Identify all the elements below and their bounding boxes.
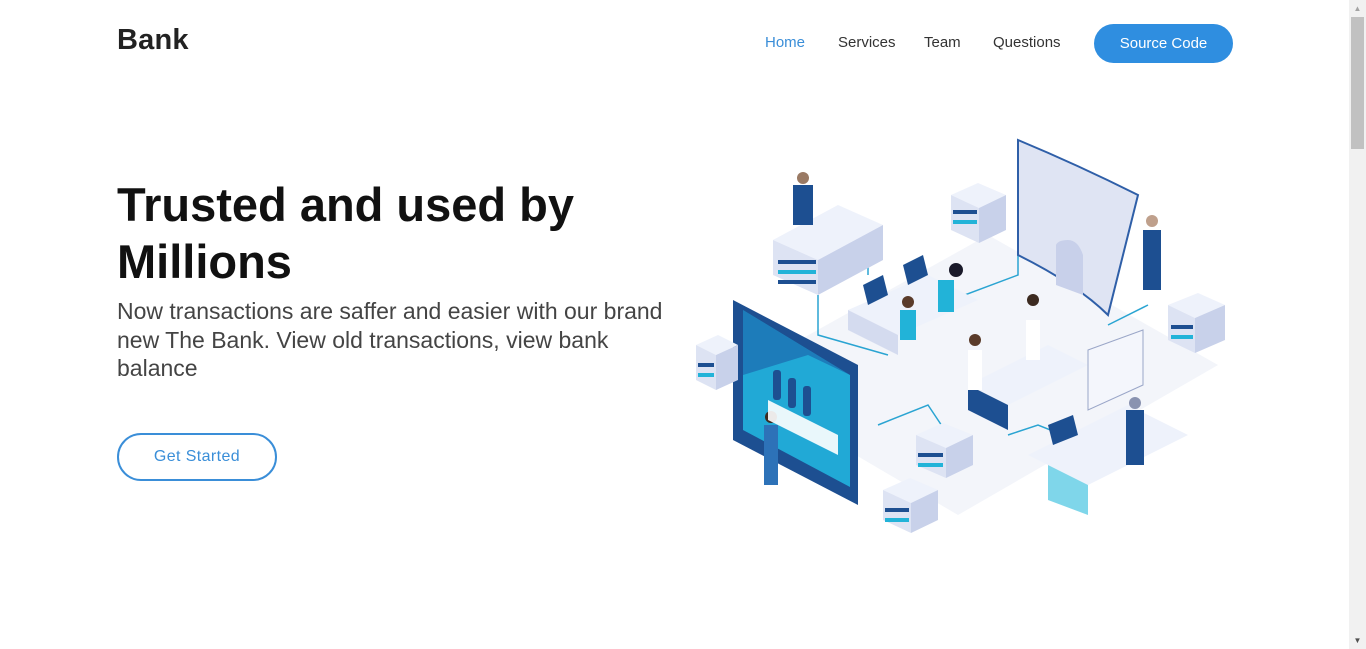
nav-team-link[interactable]: Team xyxy=(924,34,961,51)
vertical-scrollbar[interactable]: ▲ ▼ xyxy=(1349,0,1366,649)
hero-subtitle: Now transactions are saffer and easier w… xyxy=(117,298,663,381)
scroll-down-arrow-icon[interactable]: ▼ xyxy=(1349,632,1366,649)
scroll-thumb[interactable] xyxy=(1351,17,1364,149)
get-started-button[interactable]: Get Started xyxy=(117,433,277,481)
nav-questions-link[interactable]: Questions xyxy=(993,34,1061,51)
scroll-up-arrow-icon[interactable]: ▲ xyxy=(1349,0,1366,17)
nav-services-link[interactable]: Services xyxy=(838,34,896,51)
source-code-button[interactable]: Source Code xyxy=(1094,24,1233,63)
landing-page: Bank Home Services Team Questions Source… xyxy=(0,0,1349,649)
nav-home-link[interactable]: Home xyxy=(765,34,805,51)
brand-logo[interactable]: Bank xyxy=(117,24,189,57)
hero-illustration xyxy=(696,138,1225,533)
hero-title: Trusted and used by Millions xyxy=(117,178,575,288)
